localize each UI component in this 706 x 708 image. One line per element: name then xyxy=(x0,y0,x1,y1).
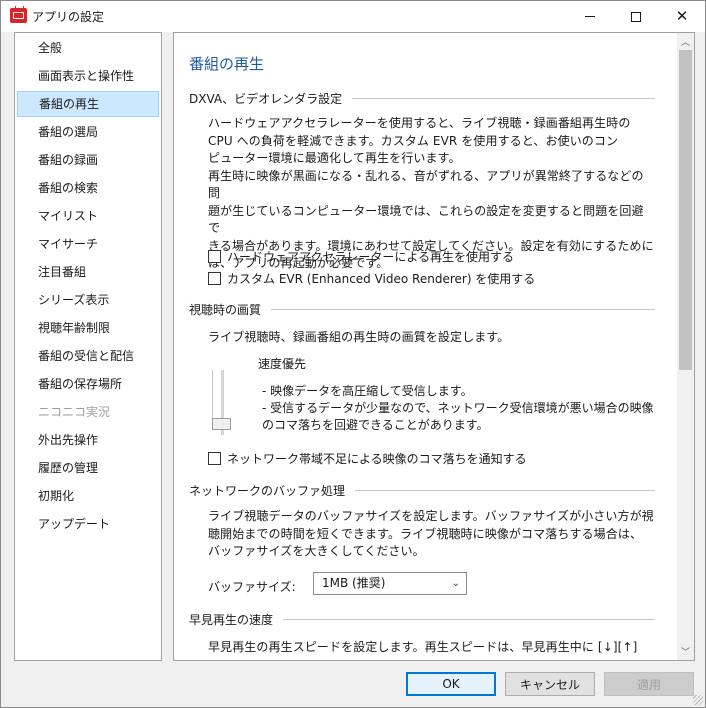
page-title: 番組の再生 xyxy=(189,55,265,73)
section-buffer: ネットワークのバッファ処理 xyxy=(189,482,655,499)
section-dxva-title: DXVA、ビデオレンダラ設定 xyxy=(189,92,343,106)
sidebar-item-display[interactable]: 画面表示と操作性 xyxy=(17,63,159,89)
scroll-up-icon[interactable]: ︿ xyxy=(677,33,694,50)
settings-panel: 番組の再生 DXVA、ビデオレンダラ設定 ハードウェアアクセラレーターを使用する… xyxy=(173,32,695,661)
notify-drop-label: ネットワーク帯域不足による映像のコマ落ちを通知する xyxy=(227,452,527,466)
sidebar-item-history[interactable]: 履歴の管理 xyxy=(17,455,159,481)
sidebar-item-series[interactable]: シリーズ表示 xyxy=(17,287,159,313)
quality-bullet: - 映像データを高圧縮して受信します。 xyxy=(262,384,473,398)
quality-description: ライブ視聴時、録画番組の再生時の画質を設定します。 xyxy=(208,330,510,344)
custom-evr-checkbox[interactable] xyxy=(208,272,221,285)
cancel-button[interactable]: キャンセル xyxy=(505,672,595,696)
minimize-button[interactable] xyxy=(567,1,613,32)
fast-description: 早見再生の再生スピードを設定します。再生スピードは、早見再生中に [↓][↑] xyxy=(208,640,638,654)
window-title: アプリの設定 xyxy=(32,10,105,24)
app-tv-icon xyxy=(10,8,27,23)
sidebar-item-mysearch[interactable]: マイサーチ xyxy=(17,231,159,257)
maximize-button[interactable] xyxy=(613,1,659,32)
sidebar-item-receive-stream[interactable]: 番組の受信と配信 xyxy=(17,343,159,369)
sidebar-item-playback[interactable]: 番組の再生 xyxy=(17,91,159,117)
sidebar-item-update[interactable]: アップデート xyxy=(17,511,159,537)
hw-accel-checkbox-row[interactable]: ハードウェアアクセラレーターによる再生を使用する xyxy=(208,248,514,265)
close-button[interactable]: ✕ xyxy=(659,1,705,32)
title-bar[interactable]: アプリの設定 ✕ xyxy=(1,1,705,32)
section-dxva: DXVA、ビデオレンダラ設定 xyxy=(189,90,655,107)
sidebar-item-niconico: ニコニコ実況 xyxy=(38,405,111,419)
sidebar-item-general[interactable]: 全般 xyxy=(17,35,159,61)
hw-accel-label: ハードウェアアクセラレーターによる再生を使用する xyxy=(227,250,515,264)
settings-sidebar: 全般 画面表示と操作性 番組の再生 番組の選局 番組の録画 番組の検索 マイリス… xyxy=(14,32,162,661)
section-quality: 視聴時の画質 xyxy=(189,301,655,318)
section-divider xyxy=(355,490,655,491)
dxva-line: ハードウェアアクセラレーターを使用すると、ライブ視聴・録画番組再生時の xyxy=(208,116,631,130)
section-fast-title: 早見再生の速度 xyxy=(189,613,274,627)
buffer-line: ライブ視聴データのバッファサイズを設定します。バッファサイズが小さい方が視 xyxy=(208,509,654,523)
notify-drop-checkbox-row[interactable]: ネットワーク帯域不足による映像のコマ落ちを通知する xyxy=(208,450,527,467)
section-quality-title: 視聴時の画質 xyxy=(189,303,262,317)
scroll-thumb[interactable] xyxy=(679,50,692,370)
sidebar-item-channel-select[interactable]: 番組の選局 xyxy=(17,119,159,145)
quality-bullet: - 受信するデータが少量なので、ネットワーク受信環境が悪い場合の映像 xyxy=(262,401,654,415)
quality-level-label: 速度優先 xyxy=(258,357,307,371)
buffer-line: バッファサイズを大きくしてください。 xyxy=(208,544,425,558)
custom-evr-label: カスタム EVR (Enhanced Video Renderer) を使用する xyxy=(227,272,536,286)
section-divider xyxy=(271,309,655,310)
section-divider xyxy=(352,98,655,99)
dxva-line: CPU への負荷を軽減できます。カスタム EVR を使用すると、お使いのコン xyxy=(208,133,619,148)
hw-accel-checkbox[interactable] xyxy=(208,250,221,263)
buffer-size-label: バッファサイズ: xyxy=(208,580,296,594)
quality-bullet: のコマ落ちを回避できることがあります。 xyxy=(262,418,489,432)
maximize-icon xyxy=(631,11,641,22)
sidebar-item-remote[interactable]: 外出先操作 xyxy=(17,427,159,453)
close-icon: ✕ xyxy=(675,7,689,25)
chevron-down-icon: ⌄ xyxy=(451,578,460,589)
sidebar-item-featured[interactable]: 注目番組 xyxy=(17,259,159,285)
section-buffer-title: ネットワークのバッファ処理 xyxy=(189,484,346,498)
resize-grip-icon[interactable] xyxy=(693,695,703,705)
scroll-down-icon[interactable]: ﹀ xyxy=(677,643,694,660)
dxva-line: 再生時に映像が黒画になる・乱れる、音がずれる、アプリが異常終了するなどの問 xyxy=(208,168,644,201)
custom-evr-checkbox-row[interactable]: カスタム EVR (Enhanced Video Renderer) を使用する xyxy=(208,270,535,287)
notify-drop-checkbox[interactable] xyxy=(208,452,221,465)
buffer-description: ライブ視聴データのバッファサイズを設定します。バッファサイズが小さい方が視 聴開… xyxy=(208,508,654,561)
section-divider xyxy=(283,619,655,620)
section-fast-playback: 早見再生の速度 xyxy=(189,611,655,628)
settings-window: アプリの設定 ✕ 全般 画面表示と操作性 番組の再生 番組の選局 番組の録画 番… xyxy=(0,0,706,708)
sidebar-item-storage[interactable]: 番組の保存場所 xyxy=(17,371,159,397)
sidebar-item-search[interactable]: 番組の検索 xyxy=(17,175,159,201)
quality-slider-thumb[interactable] xyxy=(212,418,231,430)
buffer-line: 聴開始までの時間を短くできます。ライブ視聴時に映像がコマ落ちする場合は、 xyxy=(208,526,643,541)
vertical-scrollbar[interactable]: ︿ ﹀ xyxy=(677,33,694,660)
sidebar-item-reset[interactable]: 初期化 xyxy=(17,483,159,509)
dxva-line: ピューター環境に最適化して再生を行います。 xyxy=(208,151,461,165)
apply-button[interactable]: 適用 xyxy=(604,672,694,696)
sidebar-item-recording[interactable]: 番組の録画 xyxy=(17,147,159,173)
ok-button[interactable]: OK xyxy=(406,672,496,696)
minimize-icon xyxy=(585,16,595,17)
sidebar-item-mylist[interactable]: マイリスト xyxy=(17,203,159,229)
buffer-size-value: 1MB (推奨) xyxy=(322,576,386,590)
buffer-size-dropdown[interactable]: 1MB (推奨) ⌄ xyxy=(313,572,467,595)
dxva-line: 題が生じているコンピューター環境では、これらの設定を変更すると問題を回避で xyxy=(208,203,644,236)
sidebar-item-age-limit[interactable]: 視聴年齢制限 xyxy=(17,315,159,341)
